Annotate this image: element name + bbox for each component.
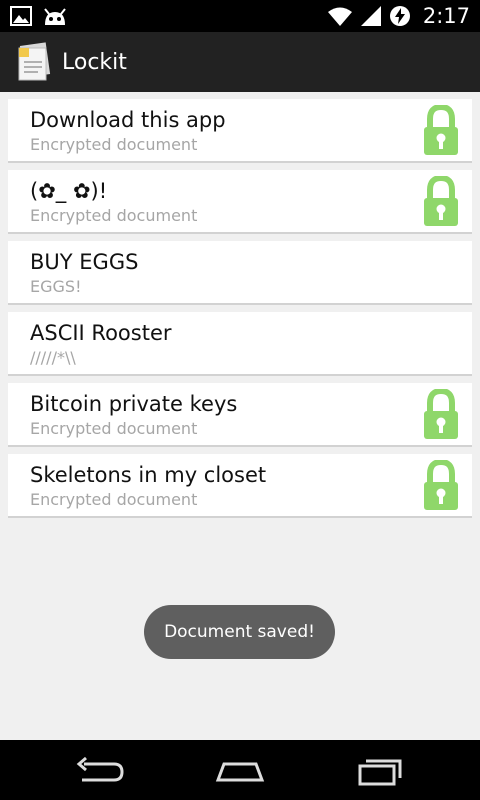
lock-icon xyxy=(424,458,458,510)
document-item[interactable]: Skeletons in my closet Encrypted documen… xyxy=(8,454,472,518)
wifi-icon xyxy=(327,7,352,26)
action-bar: Lockit xyxy=(0,32,480,92)
system-status-area: 2:17 xyxy=(327,4,470,28)
document-list: Download this app Encrypted document (✿_… xyxy=(8,99,472,525)
image-notification-icon xyxy=(10,6,32,26)
document-subtitle: Encrypted document xyxy=(30,490,198,509)
document-item[interactable]: (✿_ ✿)! Encrypted document xyxy=(8,170,472,234)
document-title: Skeletons in my closet xyxy=(30,463,267,487)
home-icon[interactable] xyxy=(210,754,270,788)
android-notification-icon xyxy=(44,8,66,25)
notification-area xyxy=(10,5,68,27)
document-subtitle: Encrypted document xyxy=(30,135,198,154)
document-title: ASCII Rooster xyxy=(30,321,172,345)
app-title: Lockit xyxy=(62,49,127,75)
document-subtitle: EGGS! xyxy=(30,277,82,296)
clock: 2:17 xyxy=(422,4,470,28)
recent-apps-icon[interactable] xyxy=(350,754,410,788)
lock-icon xyxy=(424,103,458,155)
toast-message: Document saved! xyxy=(144,605,335,659)
document-item[interactable]: Download this app Encrypted document xyxy=(8,99,472,163)
document-item[interactable]: ASCII Rooster /////*\\ xyxy=(8,312,472,376)
back-icon[interactable] xyxy=(70,754,130,788)
status-bar: 2:17 xyxy=(0,0,480,32)
document-item[interactable]: Bitcoin private keys Encrypted document xyxy=(8,383,472,447)
document-item[interactable]: BUY EGGS EGGS! xyxy=(8,241,472,305)
navigation-bar xyxy=(0,740,480,800)
document-title: BUY EGGS xyxy=(30,250,139,274)
lock-icon xyxy=(424,174,458,226)
documents-app-icon xyxy=(18,42,51,81)
document-title: Download this app xyxy=(30,108,226,132)
signal-icon xyxy=(360,6,381,26)
document-title: Bitcoin private keys xyxy=(30,392,238,416)
lock-icon xyxy=(424,387,458,439)
document-subtitle: Encrypted document xyxy=(30,419,198,438)
document-subtitle: /////*\\ xyxy=(30,348,76,367)
battery-charging-icon xyxy=(389,6,410,26)
document-subtitle: Encrypted document xyxy=(30,206,198,225)
document-title: (✿_ ✿)! xyxy=(30,179,108,203)
